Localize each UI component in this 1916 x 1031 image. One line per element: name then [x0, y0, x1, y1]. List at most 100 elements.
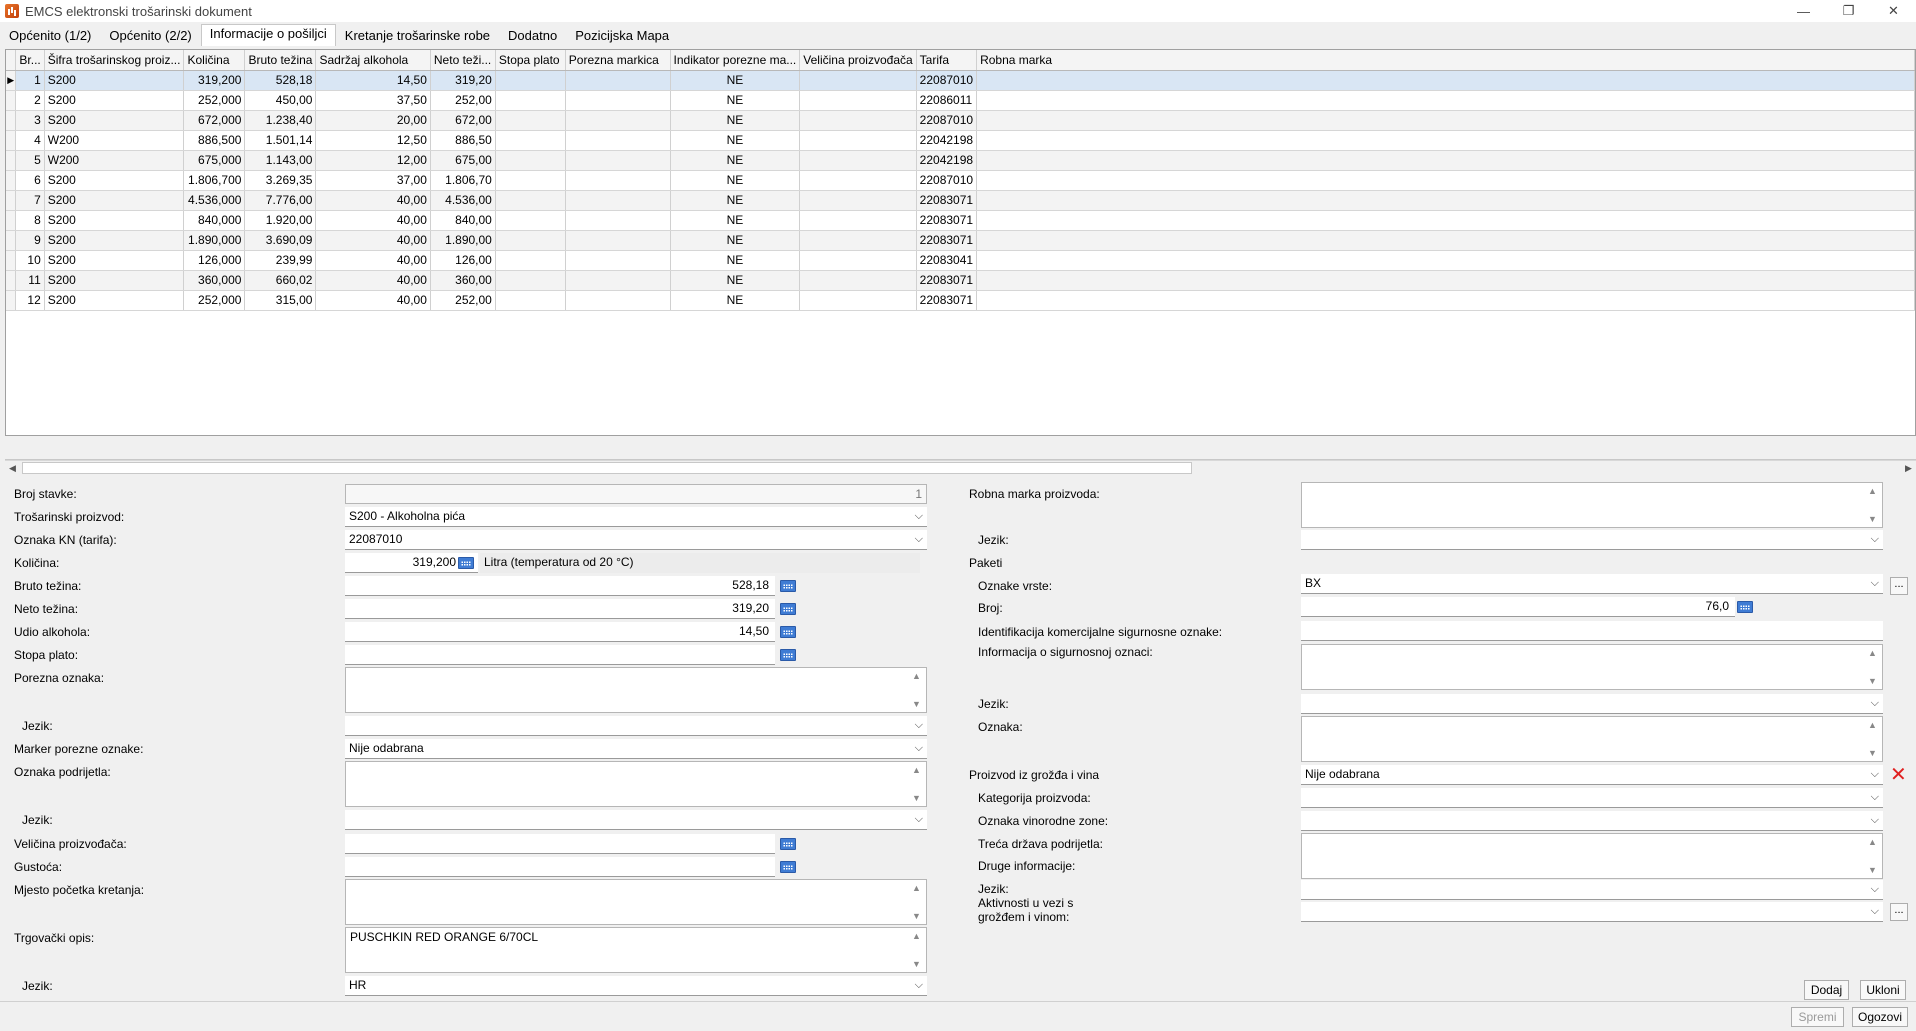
cell-stopa[interactable] — [495, 130, 566, 151]
cell-sifra[interactable]: S200 — [44, 210, 185, 231]
cell-alkohol[interactable]: 40,00 — [315, 270, 431, 291]
cell-indikator[interactable]: NE — [670, 270, 801, 291]
cell-br[interactable]: 12 — [15, 290, 45, 311]
cell-neto[interactable]: 319,20 — [430, 70, 496, 91]
aktivnosti-browse-button[interactable]: ... — [1890, 903, 1908, 921]
cell-indikator[interactable]: NE — [670, 130, 801, 151]
jezik-podrijetla-select[interactable]: ⌵ — [345, 810, 927, 830]
table-row[interactable]: 4 W200 886,500 1.501,14 12,50 886,50 NE 2204219… — [6, 130, 1915, 151]
table-row[interactable]: 6 S200 1.806,700 3.269,35 37,00 1.806,70 NE 220… — [6, 170, 1915, 191]
cell-neto[interactable]: 840,00 — [430, 210, 496, 231]
col-header-kolicina[interactable]: Količina — [183, 50, 246, 71]
scroll-down-icon[interactable]: ▼ — [912, 959, 921, 969]
cell-br[interactable]: 2 — [15, 90, 45, 111]
cell-tarifa[interactable]: 22087010 — [916, 170, 978, 191]
cell-kolicina[interactable]: 252,000 — [183, 290, 246, 311]
oznake-vrste-select[interactable]: BX ⌵ — [1301, 574, 1883, 594]
cell-markica[interactable] — [565, 110, 671, 131]
aktivnosti-select[interactable]: ⌵ — [1301, 902, 1883, 922]
horizontal-scrollbar[interactable]: ◀ ▶ — [5, 460, 1916, 475]
jezik-sig-select[interactable]: ⌵ — [1301, 694, 1883, 714]
row-header[interactable] — [6, 290, 17, 311]
cell-velicina[interactable] — [799, 170, 917, 191]
bruto-tezina-field[interactable]: 528,18 — [345, 576, 775, 596]
cell-velicina[interactable] — [799, 290, 917, 311]
cell-velicina[interactable] — [799, 90, 917, 111]
calculator-icon[interactable] — [458, 557, 474, 569]
cell-neto[interactable]: 675,00 — [430, 150, 496, 171]
broj-field[interactable]: 76,0 — [1301, 597, 1735, 617]
cell-robna-marka[interactable] — [976, 170, 1915, 191]
cell-bruto[interactable]: 1.501,14 — [244, 130, 317, 151]
cell-robna-marka[interactable] — [976, 90, 1915, 111]
proizvod-grozde-select[interactable]: Nije odabrana ⌵ — [1301, 765, 1883, 785]
jezik-porezna-select[interactable]: ⌵ — [345, 716, 927, 736]
cell-robna-marka[interactable] — [976, 230, 1915, 251]
cell-neto[interactable]: 252,00 — [430, 290, 496, 311]
cell-neto[interactable]: 360,00 — [430, 270, 496, 291]
scroll-up-icon[interactable]: ▲ — [1868, 648, 1877, 658]
cell-bruto[interactable]: 660,02 — [244, 270, 317, 291]
scroll-down-icon[interactable]: ▼ — [912, 699, 921, 709]
col-header-alkohol[interactable]: Sadržaj alkohola — [315, 50, 431, 71]
cell-robna-marka[interactable] — [976, 190, 1915, 211]
cell-br[interactable]: 6 — [15, 170, 45, 191]
cell-br[interactable]: 7 — [15, 190, 45, 211]
cell-bruto[interactable]: 528,18 — [244, 70, 317, 91]
cell-br[interactable]: 11 — [15, 270, 45, 291]
tab-opcenito-1[interactable]: Općenito (1/2) — [0, 24, 100, 46]
cell-alkohol[interactable]: 40,00 — [315, 250, 431, 271]
ukloni-button[interactable]: Ukloni — [1860, 980, 1906, 1000]
scroll-down-icon[interactable]: ▼ — [1868, 676, 1877, 686]
porezna-oznaka-textarea[interactable]: ▲ ▼ — [345, 667, 927, 713]
cell-stopa[interactable] — [495, 70, 566, 91]
vertical-scrollbar[interactable]: ▲ ▼ — [910, 762, 926, 806]
cell-tarifa[interactable]: 22083071 — [916, 290, 978, 311]
cell-neto[interactable]: 4.536,00 — [430, 190, 496, 211]
scroll-down-icon[interactable]: ▼ — [1868, 748, 1877, 758]
cell-neto[interactable]: 886,50 — [430, 130, 496, 151]
cell-stopa[interactable] — [495, 250, 566, 271]
trgovacki-opis-textarea[interactable]: PUSCHKIN RED ORANGE 6/70CL ▲ ▼ — [345, 927, 927, 973]
row-header[interactable] — [6, 150, 17, 171]
table-row[interactable]: 5 W200 675,000 1.143,00 12,00 675,00 NE 2204219… — [6, 150, 1915, 171]
stopa-plato-field[interactable] — [345, 645, 775, 665]
col-header-br[interactable]: Br... — [15, 50, 45, 71]
cell-sifra[interactable]: S200 — [44, 70, 185, 91]
cell-indikator[interactable]: NE — [670, 190, 801, 211]
cell-tarifa[interactable]: 22087010 — [916, 70, 978, 91]
cell-alkohol[interactable]: 12,00 — [315, 150, 431, 171]
cell-sifra[interactable]: S200 — [44, 250, 185, 271]
vertical-scrollbar[interactable]: ▲ ▼ — [1866, 645, 1882, 689]
cell-velicina[interactable] — [799, 190, 917, 211]
cell-alkohol[interactable]: 40,00 — [315, 190, 431, 211]
row-header[interactable] — [6, 90, 17, 111]
cell-tarifa[interactable]: 22042198 — [916, 150, 978, 171]
scroll-up-icon[interactable]: ▲ — [1868, 486, 1877, 496]
cell-tarifa[interactable]: 22083071 — [916, 190, 978, 211]
cell-alkohol[interactable]: 20,00 — [315, 110, 431, 131]
cell-sifra[interactable]: S200 — [44, 190, 185, 211]
identifikacija-field[interactable] — [1301, 621, 1883, 641]
scroll-down-icon[interactable]: ▼ — [912, 793, 921, 803]
cell-robna-marka[interactable] — [976, 70, 1915, 91]
cell-br[interactable]: 3 — [15, 110, 45, 131]
close-icon[interactable]: ✕ — [1871, 0, 1916, 22]
jezik-druge-select[interactable]: ⌵ — [1301, 880, 1883, 900]
vertical-scrollbar[interactable]: ▲ ▼ — [1866, 834, 1882, 878]
kategorija-select[interactable]: ⌵ — [1301, 788, 1883, 808]
cell-markica[interactable] — [565, 150, 671, 171]
ogozovi-button[interactable]: Ogozovi — [1852, 1007, 1908, 1027]
jezik-robna-select[interactable]: ⌵ — [1301, 530, 1883, 550]
vertical-scrollbar[interactable]: ▲ ▼ — [910, 668, 926, 712]
cell-bruto[interactable]: 1.143,00 — [244, 150, 317, 171]
cell-tarifa[interactable]: 22087010 — [916, 110, 978, 131]
cell-robna-marka[interactable] — [976, 270, 1915, 291]
cell-velicina[interactable] — [799, 270, 917, 291]
marker-porezne-select[interactable]: Nije odabrana ⌵ — [345, 739, 927, 759]
cell-sifra[interactable]: S200 — [44, 90, 185, 111]
vertical-scrollbar[interactable]: ▲ ▼ — [910, 880, 926, 924]
vinorodne-zone-select[interactable]: ⌵ — [1301, 811, 1883, 831]
cell-bruto[interactable]: 3.269,35 — [244, 170, 317, 191]
calculator-icon[interactable] — [780, 861, 796, 873]
